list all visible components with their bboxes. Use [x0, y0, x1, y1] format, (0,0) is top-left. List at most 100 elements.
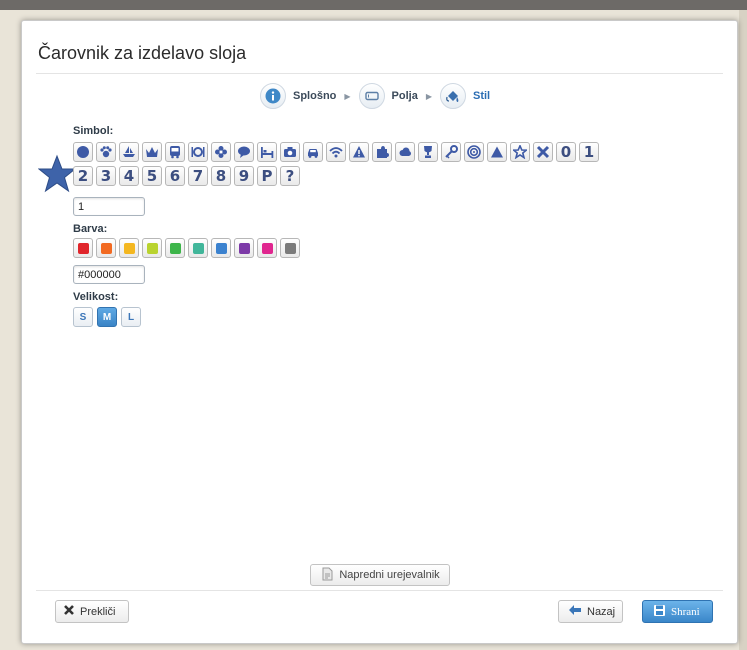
- speech-icon: [237, 145, 251, 159]
- symbol-circle[interactable]: [73, 142, 93, 162]
- bed-icon: [260, 145, 274, 159]
- car-icon: [306, 145, 320, 159]
- symbol-cloud[interactable]: [395, 142, 415, 162]
- symbol-number-8[interactable]: 8: [211, 166, 231, 186]
- star-icon: [513, 145, 527, 159]
- symbol-label: Simbol:: [73, 125, 114, 137]
- symbol-wifi[interactable]: [326, 142, 346, 162]
- size-large-button[interactable]: L: [121, 307, 141, 327]
- swatch-chip: [146, 242, 158, 254]
- symbol-number-label: 7: [192, 166, 204, 185]
- symbol-number-6[interactable]: 6: [165, 166, 185, 186]
- symbol-number-9[interactable]: 9: [234, 166, 254, 186]
- info-icon: [260, 83, 286, 109]
- color-swatch-purple[interactable]: [234, 238, 254, 258]
- symbol-star[interactable]: [510, 142, 530, 162]
- symbol-flower[interactable]: [211, 142, 231, 162]
- footer-divider: [36, 590, 723, 591]
- symbol-boat[interactable]: [119, 142, 139, 162]
- trophy-icon: [421, 145, 435, 159]
- bus-icon: [168, 145, 182, 159]
- symbol-plate[interactable]: [188, 142, 208, 162]
- paint-bucket-icon: [440, 83, 466, 109]
- cancel-button[interactable]: Prekliči: [55, 600, 129, 623]
- symbol-x[interactable]: [533, 142, 553, 162]
- symbol-number-0[interactable]: 0: [556, 142, 576, 162]
- symbol-number-label: 8: [215, 166, 227, 185]
- step-arrow-icon: ▶: [425, 91, 432, 101]
- close-icon: [63, 604, 75, 619]
- swatch-chip: [238, 242, 250, 254]
- symbol-target[interactable]: [464, 142, 484, 162]
- symbol-number-5[interactable]: 5: [142, 166, 162, 186]
- color-swatch-green[interactable]: [165, 238, 185, 258]
- symbol-trophy[interactable]: [418, 142, 438, 162]
- color-swatch-lime[interactable]: [142, 238, 162, 258]
- color-swatch-gray[interactable]: [280, 238, 300, 258]
- color-hex-input[interactable]: [73, 265, 145, 284]
- wifi-icon: [329, 145, 343, 159]
- symbol-bus[interactable]: [165, 142, 185, 162]
- symbol-number-2[interactable]: 2: [73, 166, 93, 186]
- symbol-value-input[interactable]: [73, 197, 145, 216]
- wizard-steps: Splošno ▶ Polja ▶ Stil: [260, 82, 490, 110]
- advanced-editor-label: Napredni urejevalnik: [339, 569, 440, 581]
- symbol-number-4[interactable]: 4: [119, 166, 139, 186]
- plate-icon: [191, 145, 205, 159]
- symbol-number-label: 9: [238, 166, 250, 185]
- symbol-bed[interactable]: [257, 142, 277, 162]
- symbol-number-1[interactable]: 1: [579, 142, 599, 162]
- color-swatch-orange[interactable]: [96, 238, 116, 258]
- step-general[interactable]: Splošno: [260, 83, 336, 109]
- color-swatch-teal[interactable]: [188, 238, 208, 258]
- symbol-paw[interactable]: [96, 142, 116, 162]
- step-style[interactable]: Stil: [440, 83, 490, 109]
- symbol-letter-p[interactable]: P: [257, 166, 277, 186]
- swatch-chip: [169, 242, 181, 254]
- back-button[interactable]: Nazaj: [558, 600, 623, 623]
- field-icon: [358, 83, 385, 109]
- flower-icon: [214, 145, 228, 159]
- symbol-number-label: 1: [583, 142, 595, 161]
- swatch-chip: [215, 242, 227, 254]
- symbol-warning[interactable]: [349, 142, 369, 162]
- symbol-crown[interactable]: [142, 142, 162, 162]
- symbol-number-label: 5: [146, 166, 158, 185]
- step-fields-label: Polja: [391, 90, 418, 102]
- symbol-row-1: 0 1: [73, 142, 602, 162]
- symbol-preview-star-icon: [37, 154, 77, 199]
- symbol-number-7[interactable]: 7: [188, 166, 208, 186]
- symbol-puzzle[interactable]: [372, 142, 392, 162]
- advanced-editor-button[interactable]: Napredni urejevalnik: [310, 564, 450, 586]
- layer-wizard-dialog: Čarovnik za izdelavo sloja Splošno ▶ Pol…: [21, 20, 738, 644]
- symbol-number-label: ?: [285, 166, 295, 185]
- step-fields[interactable]: Polja: [358, 83, 418, 109]
- circle-icon: [76, 145, 90, 159]
- symbol-car[interactable]: [303, 142, 323, 162]
- symbol-camera[interactable]: [280, 142, 300, 162]
- target-icon: [467, 145, 481, 159]
- step-arrow-icon: ▶: [344, 91, 351, 101]
- size-medium-button[interactable]: M: [97, 307, 117, 327]
- step-style-label: Stil: [473, 90, 491, 102]
- symbol-question[interactable]: ?: [280, 166, 300, 186]
- save-button[interactable]: Shrani: [642, 600, 713, 623]
- symbol-number-3[interactable]: 3: [96, 166, 116, 186]
- symbol-speech[interactable]: [234, 142, 254, 162]
- swatch-chip: [100, 242, 112, 254]
- color-swatch-blue[interactable]: [211, 238, 231, 258]
- symbol-triangle[interactable]: [487, 142, 507, 162]
- symbol-number-label: 2: [77, 166, 89, 185]
- arrow-left-icon: [568, 604, 582, 619]
- back-label: Nazaj: [587, 605, 616, 618]
- color-swatch-pink[interactable]: [257, 238, 277, 258]
- symbol-key[interactable]: [441, 142, 461, 162]
- swatch-chip: [261, 242, 273, 254]
- color-swatch-yellow[interactable]: [119, 238, 139, 258]
- size-small-button[interactable]: S: [73, 307, 93, 327]
- swatch-chip: [77, 242, 89, 254]
- window-top-bar: [0, 0, 747, 10]
- swatch-chip: [192, 242, 204, 254]
- document-icon: [320, 567, 334, 584]
- color-swatch-red[interactable]: [73, 238, 93, 258]
